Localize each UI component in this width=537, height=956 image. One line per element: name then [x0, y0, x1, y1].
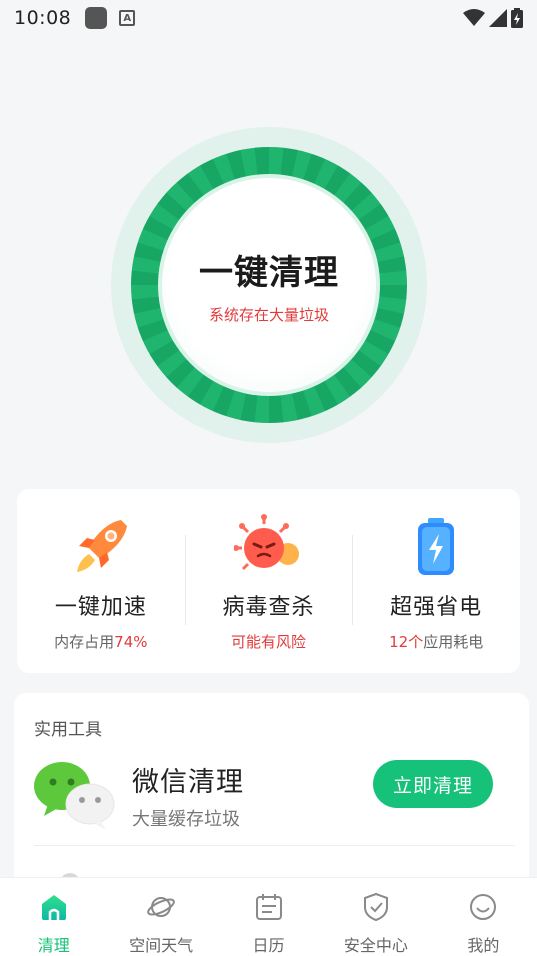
status-icons — [463, 8, 523, 28]
nav-label: 清理 — [37, 936, 70, 955]
planet-icon — [144, 890, 178, 924]
clean-title: 一键清理 — [199, 253, 339, 293]
nav-label: 我的 — [467, 936, 500, 955]
app-notification-icon — [85, 7, 108, 29]
wifi-icon — [463, 9, 485, 26]
nav-item-space-weather[interactable]: 空间天气 — [107, 878, 214, 956]
signal-icon — [489, 9, 507, 27]
wechat-icon — [34, 758, 116, 832]
shield-check-icon — [359, 890, 393, 924]
feature-card: 一键加速 内存占用74% 病毒查杀 可能有风险 超强省电 12个应用耗电 — [17, 489, 520, 673]
tool-description: 大量缓存垃圾 — [132, 808, 240, 830]
feature-subtitle: 12个应用耗电 — [389, 633, 484, 651]
feature-title: 超强省电 — [390, 595, 483, 620]
home-icon — [37, 890, 71, 924]
tool-text: 微信清理 大量缓存垃圾 — [132, 760, 244, 831]
status-bar: 10:08 A — [0, 0, 537, 36]
clean-subtitle: 系统存在大量垃圾 — [208, 306, 329, 324]
calendar-icon — [252, 890, 286, 924]
nav-label: 日历 — [252, 936, 285, 955]
feature-power-saving[interactable]: 超强省电 12个应用耗电 — [352, 489, 520, 673]
battery-charging-icon — [511, 8, 523, 28]
nav-item-calendar[interactable]: 日历 — [215, 878, 322, 956]
status-time: 10:08 — [14, 7, 72, 29]
nav-item-security-center[interactable]: 安全中心 — [322, 878, 429, 956]
smile-icon — [466, 890, 500, 924]
nav-label: 安全中心 — [343, 936, 408, 955]
tools-title: 实用工具 — [34, 720, 102, 740]
bottom-nav: 清理 空间天气 日历 安全中心 我的 — [0, 877, 537, 956]
clean-now-button[interactable]: 立即清理 — [373, 760, 493, 808]
keyboard-a-icon: A — [119, 10, 136, 26]
virus-icon — [233, 513, 304, 579]
tools-card: 实用工具 微信清理 大量缓存垃圾 立即清理 — [14, 693, 529, 893]
nav-item-mine[interactable]: 我的 — [430, 878, 537, 956]
one-key-clean-area: 一键清理 系统存在大量垃圾 — [0, 120, 537, 450]
feature-subtitle: 内存占用74% — [54, 633, 148, 651]
feature-speedup[interactable]: 一键加速 内存占用74% — [17, 489, 185, 673]
feature-title: 病毒查杀 — [222, 595, 315, 620]
feature-antivirus[interactable]: 病毒查杀 可能有风险 — [184, 489, 353, 673]
list-item[interactable]: 微信清理 大量缓存垃圾 立即清理 — [34, 754, 509, 836]
rocket-icon — [66, 513, 136, 579]
nav-label: 空间天气 — [129, 936, 194, 955]
feature-title: 一键加速 — [54, 595, 147, 620]
feature-subtitle: 可能有风险 — [231, 633, 307, 651]
nav-item-clean[interactable]: 清理 — [0, 878, 107, 956]
battery-icon — [401, 513, 471, 579]
one-key-clean-button[interactable]: 一键清理 系统存在大量垃圾 — [162, 178, 376, 392]
divider — [34, 845, 515, 846]
tool-name: 微信清理 — [132, 766, 244, 798]
